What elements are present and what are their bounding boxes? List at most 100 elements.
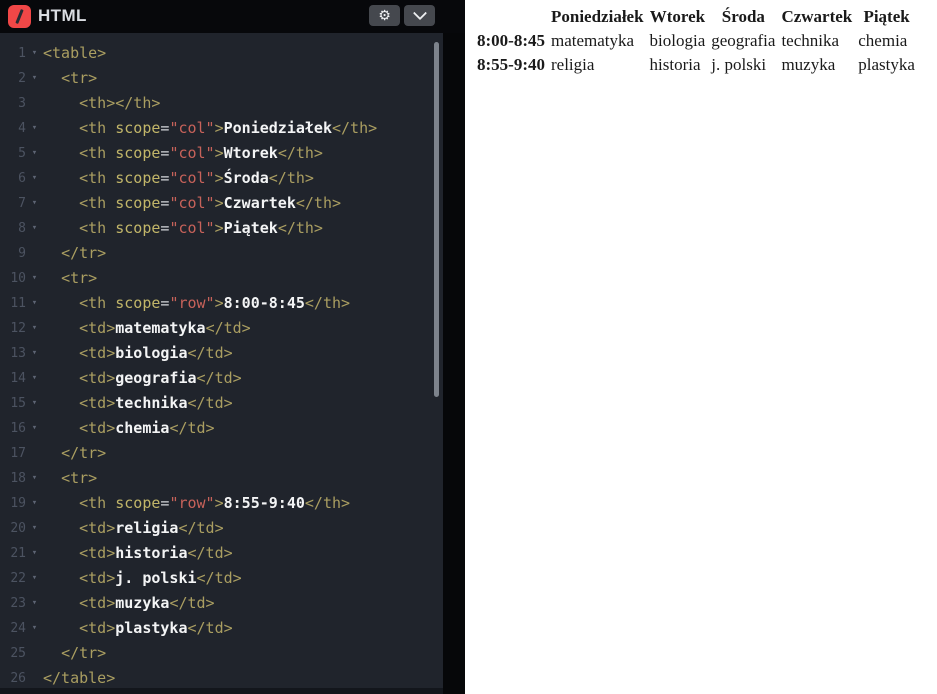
- code-text[interactable]: </tr>: [43, 441, 106, 466]
- code-token-text: muzyka: [115, 594, 169, 612]
- code-line[interactable]: 14▾ <td>geografia</td>: [0, 366, 443, 391]
- fold-arrow-icon[interactable]: ▾: [26, 416, 43, 441]
- code-token-tag: <td>: [79, 369, 115, 387]
- code-editor[interactable]: 1▾<table>2▾ <tr>3 <th></th>4▾ <th scope=…: [0, 33, 443, 694]
- fold-arrow-icon[interactable]: ▾: [26, 541, 43, 566]
- code-line[interactable]: 4▾ <th scope="col">Poniedziałek</th>: [0, 116, 443, 141]
- code-text[interactable]: <td>technika</td>: [43, 391, 233, 416]
- code-line[interactable]: 18▾ <tr>: [0, 466, 443, 491]
- line-number: 10: [0, 266, 26, 291]
- code-line[interactable]: 3 <th></th>: [0, 91, 443, 116]
- code-line[interactable]: 13▾ <td>biologia</td>: [0, 341, 443, 366]
- code-text[interactable]: <th scope="row">8:55-9:40</th>: [43, 491, 350, 516]
- code-text[interactable]: <th></th>: [43, 91, 160, 116]
- fold-arrow-icon[interactable]: ▾: [26, 266, 43, 291]
- code-text[interactable]: <th scope="row">8:00-8:45</th>: [43, 291, 350, 316]
- code-text[interactable]: <th scope="col">Czwartek</th>: [43, 191, 341, 216]
- code-line[interactable]: 12▾ <td>matematyka</td>: [0, 316, 443, 341]
- code-text[interactable]: <th scope="col">Wtorek</th>: [43, 141, 323, 166]
- table-cell: j. polski: [709, 54, 777, 76]
- code-text[interactable]: <th scope="col">Środa</th>: [43, 166, 314, 191]
- settings-button[interactable]: ⚙: [369, 5, 400, 26]
- code-text[interactable]: <tr>: [43, 266, 97, 291]
- code-line[interactable]: 7▾ <th scope="col">Czwartek</th>: [0, 191, 443, 216]
- pane-splitter[interactable]: [443, 0, 465, 694]
- fold-arrow-icon[interactable]: ▾: [26, 41, 43, 66]
- code-text[interactable]: <table>: [43, 41, 106, 66]
- code-token-plain: [43, 144, 79, 162]
- fold-arrow-icon[interactable]: ▾: [26, 291, 43, 316]
- code-line[interactable]: 21▾ <td>historia</td>: [0, 541, 443, 566]
- code-text[interactable]: <td>religia</td>: [43, 516, 224, 541]
- code-line[interactable]: 11▾ <th scope="row">8:00-8:45</th>: [0, 291, 443, 316]
- fold-arrow-icon[interactable]: ▾: [26, 466, 43, 491]
- fold-arrow-icon[interactable]: ▾: [26, 391, 43, 416]
- code-text[interactable]: </tr>: [43, 641, 106, 666]
- code-line[interactable]: 15▾ <td>technika</td>: [0, 391, 443, 416]
- code-line[interactable]: 25 </tr>: [0, 641, 443, 666]
- editor-horizontal-scrollbar-track[interactable]: [0, 688, 443, 694]
- code-text[interactable]: <tr>: [43, 66, 97, 91]
- code-text[interactable]: <td>matematyka</td>: [43, 316, 251, 341]
- code-line[interactable]: 16▾ <td>chemia</td>: [0, 416, 443, 441]
- code-text[interactable]: <td>historia</td>: [43, 541, 233, 566]
- code-line[interactable]: 20▾ <td>religia</td>: [0, 516, 443, 541]
- fold-arrow-icon[interactable]: ▾: [26, 116, 43, 141]
- fold-arrow-icon[interactable]: ▾: [26, 341, 43, 366]
- code-line[interactable]: 2▾ <tr>: [0, 66, 443, 91]
- code-token-tag: <tr>: [61, 69, 97, 87]
- fold-arrow-icon[interactable]: ▾: [26, 66, 43, 91]
- code-line[interactable]: 10▾ <tr>: [0, 266, 443, 291]
- code-line[interactable]: 19▾ <th scope="row">8:55-9:40</th>: [0, 491, 443, 516]
- code-text[interactable]: <th scope="col">Poniedziałek</th>: [43, 116, 377, 141]
- line-number: 18: [0, 466, 26, 491]
- fold-arrow-icon[interactable]: ▾: [26, 366, 43, 391]
- fold-arrow-icon[interactable]: ▾: [26, 491, 43, 516]
- code-token-str: "row": [169, 294, 214, 312]
- code-token-attr: scope: [115, 294, 160, 312]
- editor-scrollbar-thumb[interactable]: [434, 42, 439, 397]
- code-text[interactable]: <th scope="col">Piątek</th>: [43, 216, 323, 241]
- code-text[interactable]: <td>chemia</td>: [43, 416, 215, 441]
- code-line[interactable]: 5▾ <th scope="col">Wtorek</th>: [0, 141, 443, 166]
- code-text[interactable]: <td>geografia</td>: [43, 366, 242, 391]
- code-token-str: "col": [169, 119, 214, 137]
- fold-arrow-icon[interactable]: ▾: [26, 166, 43, 191]
- table-cell: muzyka: [779, 54, 854, 76]
- code-token-text: biologia: [115, 344, 187, 362]
- code-line[interactable]: 17 </tr>: [0, 441, 443, 466]
- fold-arrow-icon[interactable]: ▾: [26, 216, 43, 241]
- code-line[interactable]: 9 </tr>: [0, 241, 443, 266]
- code-line[interactable]: 6▾ <th scope="col">Środa</th>: [0, 166, 443, 191]
- table-row-header-cell: 8:55-9:40: [475, 54, 547, 76]
- collapse-editor-button[interactable]: [404, 5, 435, 26]
- code-token-tag: </td>: [178, 519, 223, 537]
- code-text[interactable]: <td>j. polski</td>: [43, 566, 242, 591]
- code-token-str: "col": [169, 169, 214, 187]
- fold-arrow-icon[interactable]: ▾: [26, 566, 43, 591]
- code-text[interactable]: <td>biologia</td>: [43, 341, 233, 366]
- fold-arrow-icon[interactable]: ▾: [26, 191, 43, 216]
- code-text[interactable]: </tr>: [43, 241, 106, 266]
- line-number: 23: [0, 591, 26, 616]
- fold-arrow-icon[interactable]: ▾: [26, 141, 43, 166]
- code-line[interactable]: 22▾ <td>j. polski</td>: [0, 566, 443, 591]
- fold-arrow-icon[interactable]: ▾: [26, 316, 43, 341]
- code-text[interactable]: <td>plastyka</td>: [43, 616, 233, 641]
- fold-arrow-icon[interactable]: ▾: [26, 516, 43, 541]
- code-token-tag: >: [215, 119, 224, 137]
- code-token-text: 8:00-8:45: [224, 294, 305, 312]
- code-token-tag: <th></th>: [79, 94, 160, 112]
- code-line[interactable]: 23▾ <td>muzyka</td>: [0, 591, 443, 616]
- code-line[interactable]: 1▾<table>: [0, 41, 443, 66]
- fold-arrow-icon[interactable]: ▾: [26, 616, 43, 641]
- code-text[interactable]: <tr>: [43, 466, 97, 491]
- code-line[interactable]: 8▾ <th scope="col">Piątek</th>: [0, 216, 443, 241]
- code-text[interactable]: <td>muzyka</td>: [43, 591, 215, 616]
- code-token-tag: <td>: [79, 569, 115, 587]
- code-token-plain: [43, 194, 79, 212]
- table-header-cell: [475, 6, 547, 28]
- code-line[interactable]: 24▾ <td>plastyka</td>: [0, 616, 443, 641]
- fold-arrow-icon[interactable]: ▾: [26, 591, 43, 616]
- code-token-tag: <th: [79, 144, 106, 162]
